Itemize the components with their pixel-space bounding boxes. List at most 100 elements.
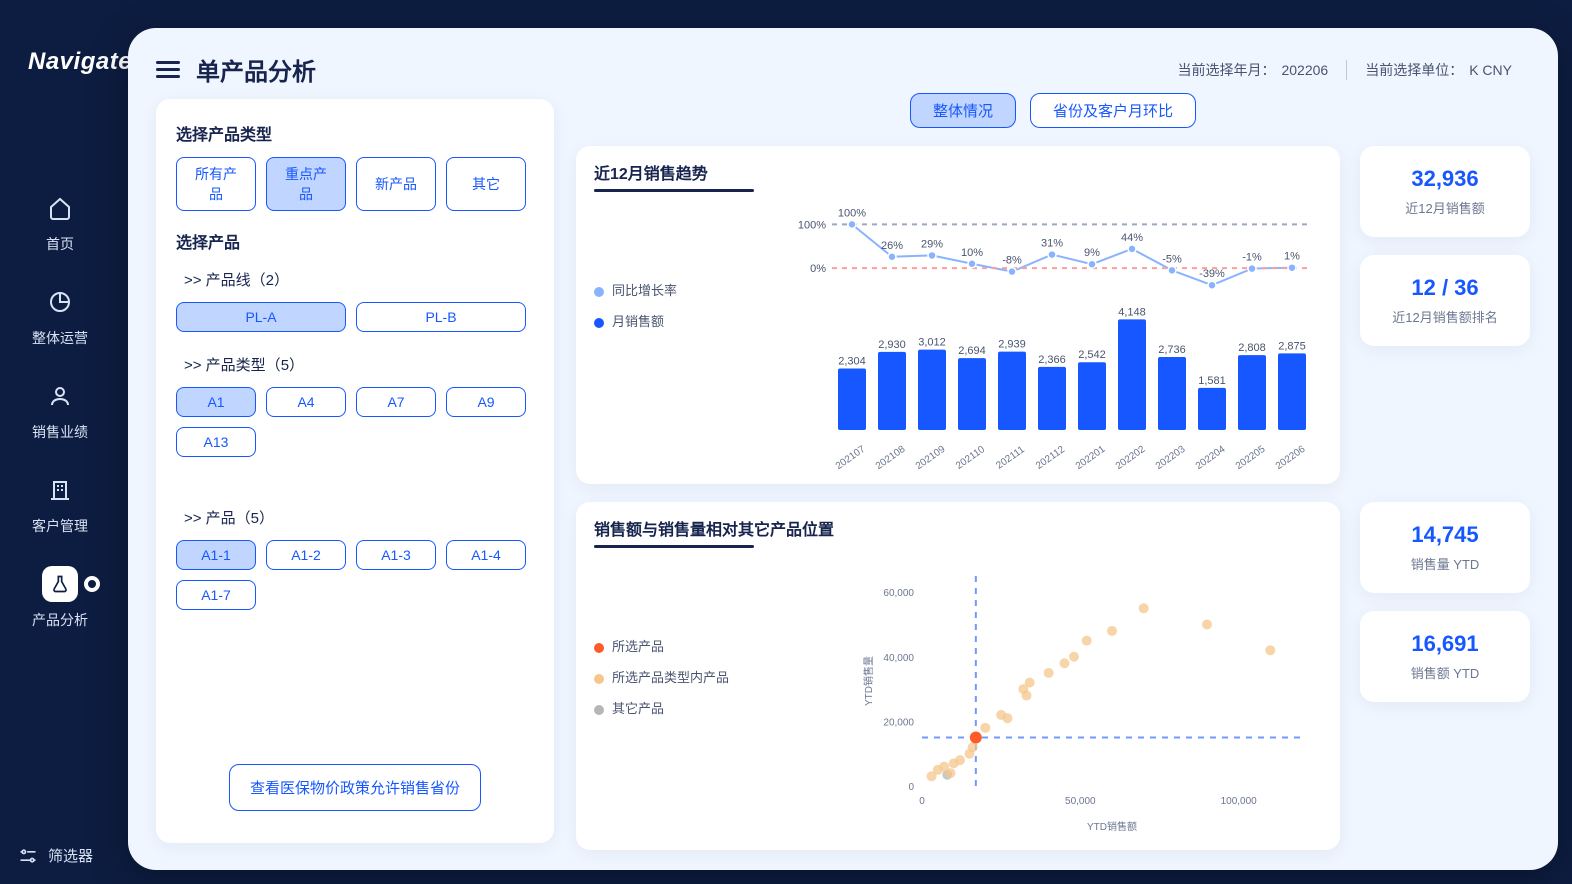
- option-button[interactable]: A9: [446, 387, 526, 417]
- svg-text:YTD销售量: YTD销售量: [862, 656, 875, 706]
- nav-home[interactable]: 首页: [42, 190, 78, 254]
- svg-text:202112: 202112: [1034, 444, 1067, 470]
- building-icon: [48, 478, 72, 502]
- option-button[interactable]: A1-2: [266, 540, 346, 570]
- tab-overview[interactable]: 整体情况: [910, 93, 1016, 128]
- home-icon: [48, 196, 72, 220]
- option-button[interactable]: A1-7: [176, 580, 256, 610]
- kpi-value: 12 / 36: [1370, 275, 1520, 301]
- nav-label: 首页: [46, 234, 74, 254]
- svg-text:202110: 202110: [954, 444, 987, 470]
- kpi-label: 销售量 YTD: [1370, 554, 1520, 573]
- svg-text:-5%: -5%: [1162, 253, 1182, 265]
- tab-province[interactable]: 省份及客户月环比: [1030, 93, 1196, 128]
- side-nav: 首页 整体运营 销售业绩 客户管理 产品分析: [0, 190, 120, 630]
- svg-text:3,012: 3,012: [918, 337, 946, 349]
- svg-text:1%: 1%: [1284, 251, 1300, 263]
- option-button[interactable]: A13: [176, 427, 256, 457]
- nav-product-analysis[interactable]: 产品分析: [32, 566, 88, 630]
- option-button[interactable]: A1-4: [446, 540, 526, 570]
- option-button[interactable]: 所有产品: [176, 157, 256, 211]
- pie-icon: [48, 290, 72, 314]
- kpi-card: 32,936 近12月销售额: [1360, 146, 1530, 237]
- svg-text:202109: 202109: [914, 444, 948, 470]
- svg-text:0%: 0%: [810, 263, 826, 275]
- svg-text:100%: 100%: [798, 219, 826, 231]
- unit-label: 当前选择单位：: [1365, 62, 1463, 78]
- svg-text:100%: 100%: [838, 207, 866, 219]
- option-button[interactable]: A4: [266, 387, 346, 417]
- svg-text:10%: 10%: [961, 247, 983, 259]
- flask-icon: [50, 572, 70, 596]
- svg-text:2,875: 2,875: [1278, 340, 1306, 352]
- option-button[interactable]: A1-1: [176, 540, 256, 570]
- svg-text:0: 0: [908, 782, 914, 793]
- ptype-label: >> 产品类型（5）: [184, 354, 534, 375]
- svg-text:26%: 26%: [881, 240, 903, 252]
- type-title: 选择产品类型: [176, 121, 534, 145]
- svg-text:40,000: 40,000: [883, 653, 914, 664]
- svg-text:YTD销售额: YTD销售额: [1087, 820, 1137, 833]
- svg-text:202203: 202203: [1154, 444, 1188, 470]
- nav-label: 销售业绩: [32, 422, 88, 442]
- option-button[interactable]: A1-3: [356, 540, 436, 570]
- nav-label: 客户管理: [32, 516, 88, 536]
- kpi-label: 销售额 YTD: [1370, 663, 1520, 682]
- svg-text:2,366: 2,366: [1038, 354, 1066, 366]
- unit-value: K CNY: [1469, 62, 1512, 78]
- kpi-label: 近12月销售额: [1370, 198, 1520, 217]
- filter-toggle[interactable]: 筛选器: [18, 845, 93, 866]
- nav-overall[interactable]: 整体运营: [32, 284, 88, 348]
- brand-title: Navigate: [28, 48, 132, 76]
- svg-text:-39%: -39%: [1199, 268, 1225, 280]
- option-button[interactable]: 其它: [446, 157, 526, 211]
- svg-text:-8%: -8%: [1002, 255, 1022, 267]
- option-button[interactable]: PL-A: [176, 302, 346, 332]
- product-title: 选择产品: [176, 229, 534, 253]
- legend-item: 同比增长率: [594, 280, 677, 299]
- filter-label: 筛选器: [48, 845, 93, 866]
- nav-sales[interactable]: 销售业绩: [32, 378, 88, 442]
- svg-text:2,930: 2,930: [878, 339, 906, 351]
- page-title: 单产品分析: [196, 52, 316, 87]
- option-button[interactable]: A1: [176, 387, 256, 417]
- svg-text:2,304: 2,304: [838, 356, 866, 368]
- svg-text:4,148: 4,148: [1118, 306, 1146, 318]
- tab-row: 整体情况 省份及客户月环比: [576, 93, 1530, 128]
- svg-text:202206: 202206: [1274, 444, 1308, 470]
- nav-label: 产品分析: [32, 610, 88, 630]
- option-button[interactable]: A7: [356, 387, 436, 417]
- nav-label: 整体运营: [32, 328, 88, 348]
- svg-text:0: 0: [919, 796, 925, 807]
- menu-toggle[interactable]: [156, 57, 180, 82]
- nav-customers[interactable]: 客户管理: [32, 472, 88, 536]
- svg-text:202205: 202205: [1234, 444, 1268, 470]
- kpi-value: 32,936: [1370, 166, 1520, 192]
- filter-icon: [18, 846, 38, 866]
- legend-item: 月销售额: [594, 311, 677, 330]
- policy-button[interactable]: 查看医保物价政策允许销售省份: [229, 764, 481, 811]
- svg-text:60,000: 60,000: [883, 588, 914, 599]
- legend-item: 所选产品: [594, 636, 729, 655]
- option-button[interactable]: PL-B: [356, 302, 526, 332]
- svg-text:2,542: 2,542: [1078, 349, 1106, 361]
- svg-text:100,000: 100,000: [1221, 796, 1258, 807]
- svg-text:-1%: -1%: [1242, 252, 1262, 264]
- option-button[interactable]: 新产品: [356, 157, 436, 211]
- kpi-label: 近12月销售额排名: [1370, 307, 1520, 326]
- scatter-chart-card: 销售额与销售量相对其它产品位置 所选产品 所选产品类型内产品 其它产品 020,…: [576, 502, 1340, 850]
- main-panel: 单产品分析 当前选择年月：202206 当前选择单位：K CNY 选择产品类型 …: [128, 28, 1558, 870]
- svg-text:2,939: 2,939: [998, 339, 1026, 351]
- page-header: 单产品分析 当前选择年月： 202206 当前选择单位： K CNY: [156, 52, 1530, 87]
- kpi-card: 16,691销售额 YTD: [1360, 611, 1530, 702]
- option-button[interactable]: 重点产品: [266, 157, 346, 211]
- kpi-value: 14,745: [1370, 522, 1520, 548]
- svg-text:202107: 202107: [834, 444, 868, 470]
- ym-label: 当前选择年月：: [1177, 62, 1275, 78]
- chart1-title: 近12月销售趋势: [594, 160, 708, 192]
- ym-value: 202206: [1281, 62, 1328, 78]
- svg-text:2,694: 2,694: [958, 345, 986, 357]
- svg-text:202111: 202111: [994, 444, 1027, 470]
- svg-text:2,736: 2,736: [1158, 344, 1186, 356]
- legend-item: 所选产品类型内产品: [594, 667, 729, 686]
